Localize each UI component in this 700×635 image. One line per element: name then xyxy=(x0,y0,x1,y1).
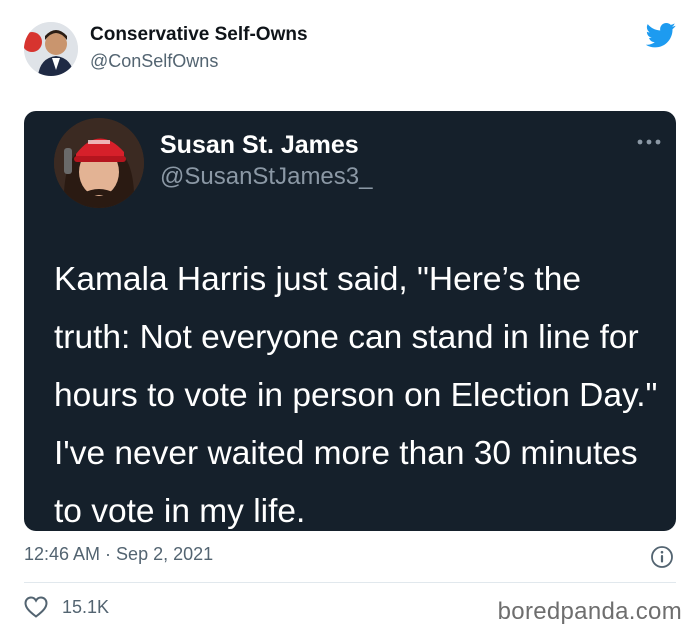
info-icon[interactable] xyxy=(650,545,674,569)
quoted-tweet-text: Kamala Harris just said, "Here’s the tru… xyxy=(54,261,658,530)
twitter-bird-icon[interactable] xyxy=(646,20,676,50)
divider xyxy=(24,582,676,583)
like-button[interactable]: 15.1K xyxy=(24,596,109,618)
quoted-tweet-card[interactable]: Susan St. James @SusanStJames3_ Kamala H… xyxy=(24,111,676,531)
more-options-icon xyxy=(637,139,661,145)
author-avatar[interactable] xyxy=(24,22,78,76)
heart-icon[interactable] xyxy=(24,596,48,618)
like-count: 15.1K xyxy=(62,596,110,617)
watermark: boredpanda.com xyxy=(497,598,682,625)
author-handle[interactable]: @ConSelfOwns xyxy=(90,51,218,72)
author-name[interactable]: Conservative Self-Owns xyxy=(90,24,308,46)
quoted-name: Susan St. James xyxy=(160,131,359,159)
quoted-handle: @SusanStJames3_ xyxy=(160,163,373,190)
quoted-avatar xyxy=(54,118,144,208)
tweet-timestamp[interactable]: 12:46 AM · Sep 2, 2021 xyxy=(24,544,213,565)
